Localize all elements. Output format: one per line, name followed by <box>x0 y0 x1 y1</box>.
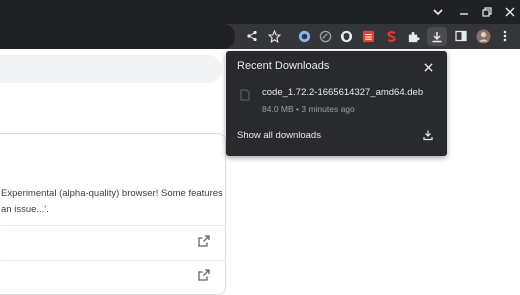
share-icon[interactable] <box>244 28 260 44</box>
puzzle-icon[interactable] <box>406 29 420 43</box>
bookmark-star-icon[interactable] <box>266 28 282 44</box>
close-icon[interactable] <box>420 59 436 75</box>
minimize-icon[interactable] <box>453 0 475 24</box>
address-bar[interactable] <box>0 24 235 49</box>
extension-speed-icon[interactable] <box>318 29 332 43</box>
extension-ublock-icon[interactable] <box>297 29 311 43</box>
avatar[interactable] <box>475 28 491 44</box>
side-panel-icon[interactable] <box>454 29 468 43</box>
extension-shield-icon[interactable] <box>339 29 353 43</box>
download-icon[interactable] <box>427 27 447 46</box>
extension-todoist-icon[interactable] <box>361 29 375 43</box>
info-card: Experimental (alpha-quality) browser! So… <box>0 133 226 295</box>
close-icon[interactable] <box>499 0 520 24</box>
divider <box>1 260 225 261</box>
download-file-meta: 84.0 MB • 3 minutes ago <box>262 104 355 114</box>
downloads-title: Recent Downloads <box>237 60 330 72</box>
extension-s-icon[interactable] <box>384 29 398 43</box>
show-all-downloads-link[interactable]: Show all downloads <box>237 130 321 141</box>
restore-icon[interactable] <box>476 0 498 24</box>
card-text-line2: an issue...'. <box>1 204 49 215</box>
window-titlebar <box>0 0 520 24</box>
divider <box>1 225 225 226</box>
chevron-down-icon[interactable] <box>427 0 449 24</box>
open-in-new-icon[interactable] <box>197 268 211 282</box>
card-text-line1: Experimental (alpha-quality) browser! So… <box>1 188 223 199</box>
file-icon <box>240 89 250 101</box>
search-input[interactable] <box>0 55 222 83</box>
menu-icon[interactable] <box>500 29 510 43</box>
downloads-bubble: Recent Downloads code_1.72.2-1665614327_… <box>226 51 447 156</box>
download-file-name[interactable]: code_1.72.2-1665614327_amd64.deb <box>262 87 423 98</box>
open-in-new-icon[interactable] <box>197 234 211 248</box>
open-downloads-icon[interactable] <box>422 129 434 141</box>
